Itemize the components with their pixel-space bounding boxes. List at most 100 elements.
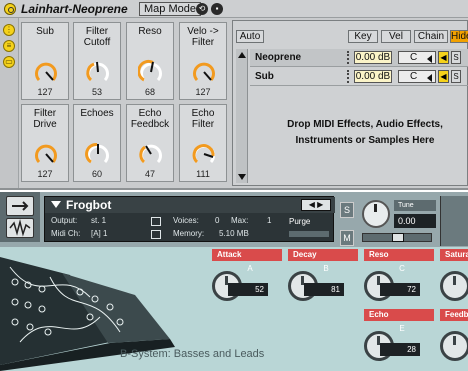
collapse-icon[interactable] — [51, 201, 61, 208]
reso-letter: C — [399, 264, 405, 273]
show-devices-icon[interactable]: ▭ — [3, 56, 15, 68]
drag-handle-icon[interactable] — [347, 51, 350, 64]
macro-label: Velo -> Filter — [187, 26, 219, 48]
scroll-up-icon[interactable] — [238, 52, 246, 58]
macro-label: Echo Feedbck — [130, 108, 170, 130]
reso-label: Reso — [364, 249, 434, 261]
reso-value[interactable]: 72 — [380, 283, 420, 296]
max-value[interactable]: 1 — [267, 216, 271, 225]
speaker-icon[interactable]: ◀ — [438, 70, 449, 83]
macro-label: Reso — [138, 26, 162, 37]
macro-filter-drive[interactable]: Filter Drive 127 — [21, 104, 69, 182]
chain-row-neoprene[interactable]: Neoprene 0.00 dB C ◀ S — [250, 49, 468, 67]
map-mode-button[interactable]: Map Mode — [139, 2, 201, 16]
vel-zone-button[interactable]: Vel — [381, 30, 411, 43]
pan-slider[interactable] — [362, 233, 432, 242]
chain-volume-field[interactable]: 0.00 dB — [354, 51, 392, 64]
decay-label: Decay — [288, 249, 358, 261]
macro-echo-filter[interactable]: Echo Filter 111 — [179, 104, 227, 182]
macro-reso[interactable]: Reso 68 — [126, 22, 174, 100]
decay-letter: B — [323, 264, 329, 273]
tune-value[interactable]: 0.00 — [394, 214, 436, 228]
voices-label: Voices: — [173, 216, 199, 225]
key-zone-button[interactable]: Key — [348, 30, 378, 43]
speaker-icon[interactable]: ◀ — [438, 51, 449, 64]
voices-value: 0 — [215, 216, 220, 225]
rack-power-icon[interactable] — [4, 3, 16, 15]
macro-filter-cutoff[interactable]: Filter Cutoff 53 — [73, 22, 121, 100]
echo-letter: E — [399, 324, 405, 333]
hot-swap-icon[interactable]: ⟲ — [196, 3, 208, 15]
chain-pan-field[interactable]: C — [398, 70, 436, 83]
tune-knob[interactable] — [362, 200, 390, 228]
midi-value[interactable]: [A] 1 — [91, 229, 107, 238]
attack-value[interactable]: 52 — [228, 283, 268, 296]
macro-label: Filter Drive — [33, 108, 57, 130]
kontakt-header: Frogbot ◀ ▶ Output: st. 1 Voices: 0 Max:… — [44, 196, 335, 242]
drop-zone-text[interactable]: Drop MIDI Effects, Audio Effects, Instru… — [275, 117, 455, 149]
macro-value: 53 — [91, 87, 102, 97]
prev-next-arrows-icon[interactable]: ◀ ▶ — [301, 199, 331, 211]
purge-button[interactable]: Purge — [289, 217, 310, 226]
hide-button[interactable]: Hide — [450, 30, 468, 43]
macro-sub[interactable]: Sub 127 — [21, 22, 69, 100]
echo-value[interactable]: 28 — [380, 343, 420, 356]
macro-label: Filter Cutoff — [83, 26, 111, 48]
macro-knob-icon[interactable] — [85, 141, 111, 167]
instrument-name-row: Frogbot ◀ ▶ — [45, 197, 335, 213]
saturation-knob[interactable] — [440, 271, 468, 301]
macro-knob-icon[interactable] — [191, 141, 217, 167]
waveform-icon[interactable] — [6, 218, 34, 238]
save-preset-icon[interactable]: ▪ — [211, 3, 223, 15]
macro-knob-icon[interactable] — [33, 59, 59, 85]
rack-titlebar: Lainhart-Neoprene Map Mode ⟲ ▪ — [0, 0, 468, 18]
max-label: Max: — [231, 216, 249, 225]
output-value[interactable]: st. 1 — [91, 216, 106, 225]
rack-title: Lainhart-Neoprene — [21, 2, 128, 16]
macro-echoes[interactable]: Echoes 60 — [73, 104, 121, 182]
tune-label: Tune — [394, 200, 436, 211]
output-dropdown-icon[interactable] — [151, 217, 161, 226]
macro-value: 68 — [144, 87, 155, 97]
feedback-label: Feedba — [440, 309, 468, 321]
macro-label: Sub — [36, 26, 54, 37]
chain-scrollbar[interactable] — [236, 49, 248, 183]
saturation-label: Saturat — [440, 249, 468, 261]
chain-pan-field[interactable]: C — [398, 51, 436, 64]
auto-select-button[interactable]: Auto — [236, 30, 264, 43]
solo-button[interactable]: S — [340, 202, 354, 218]
macro-echo-feedbck[interactable]: Echo Feedbck 47 — [126, 104, 174, 182]
scroll-down-icon[interactable] — [238, 174, 246, 180]
decay-value[interactable]: 81 — [304, 283, 344, 296]
macro-knob-icon[interactable] — [138, 141, 164, 167]
macro-label: Echo Filter — [191, 108, 215, 130]
wrench-icon[interactable] — [6, 196, 34, 216]
show-macros-icon[interactable]: ⋮ — [3, 24, 15, 36]
rack-side-controls: ⋮ ≡ ▭ — [0, 18, 19, 188]
show-chains-icon[interactable]: ≡ — [3, 40, 15, 52]
chain-select-button[interactable]: Chain — [414, 30, 448, 43]
chain-row-sub[interactable]: Sub 0.00 dB C ◀ S — [250, 68, 468, 86]
chain-name: Sub — [255, 71, 274, 82]
macro-knob-icon[interactable] — [191, 59, 217, 85]
midi-dropdown-icon[interactable] — [151, 230, 161, 239]
feedback-knob[interactable] — [440, 331, 468, 361]
macro-value: 127 — [37, 169, 53, 179]
macro-value: 47 — [144, 169, 155, 179]
slider-thumb[interactable] — [392, 233, 404, 242]
macro-knob-icon[interactable] — [138, 59, 164, 85]
solo-button[interactable]: S — [451, 51, 461, 64]
macro-velo-filter[interactable]: Velo -> Filter 127 — [179, 22, 227, 100]
macro-knob-icon[interactable] — [33, 141, 59, 167]
drag-handle-icon[interactable] — [347, 70, 350, 83]
chain-name: Neoprene — [255, 52, 302, 63]
memory-label: Memory: — [173, 229, 205, 238]
macro-knob-icon[interactable] — [85, 59, 111, 85]
instrument-name[interactable]: Frogbot — [66, 198, 111, 212]
solo-button[interactable]: S — [451, 70, 461, 83]
level-meter — [289, 231, 329, 237]
chain-volume-field[interactable]: 0.00 dB — [354, 70, 392, 83]
mute-button[interactable]: M — [340, 230, 354, 246]
attack-letter: A — [247, 264, 253, 273]
macro-value: 127 — [37, 87, 53, 97]
